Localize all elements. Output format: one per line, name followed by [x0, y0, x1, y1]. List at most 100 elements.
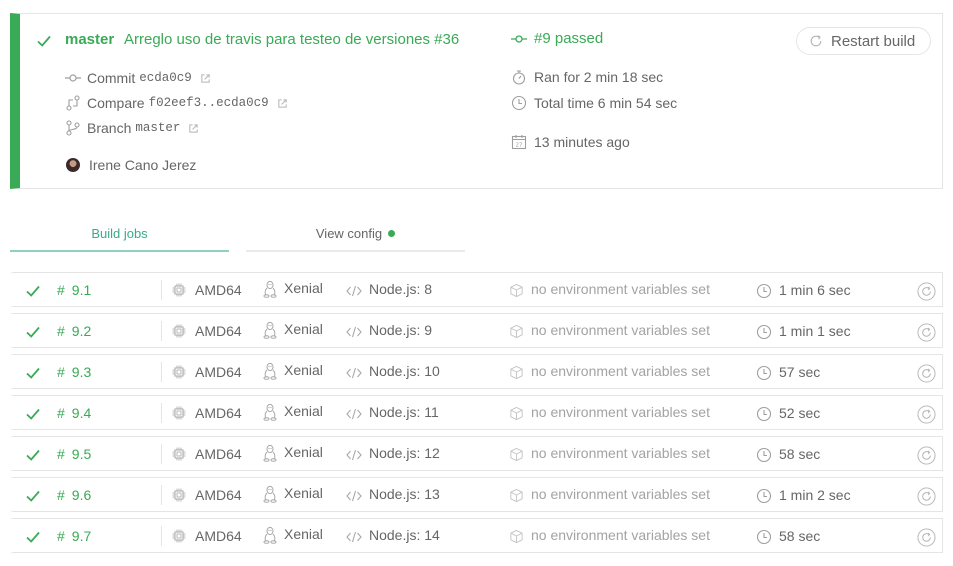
restart-job-icon[interactable] — [917, 405, 936, 427]
cpu-icon — [172, 283, 186, 300]
check-icon — [25, 529, 41, 548]
compare-range-link[interactable]: f02eef3..ecda0c9 — [149, 96, 269, 110]
restart-job-icon[interactable] — [917, 364, 936, 386]
job-os: Xenial — [284, 403, 323, 419]
tab-build-jobs[interactable]: Build jobs — [10, 226, 229, 252]
cpu-icon — [172, 488, 186, 505]
build-number-link[interactable]: #9 passed — [534, 30, 603, 47]
restart-job-icon[interactable] — [917, 282, 936, 304]
job-language: Node.js: 14 — [369, 527, 440, 543]
author-name: Irene Cano Jerez — [89, 157, 197, 173]
restart-job-icon[interactable] — [917, 528, 936, 550]
restart-build-label: Restart build — [831, 32, 916, 50]
clock-icon — [756, 406, 772, 425]
job-env: no environment variables set — [531, 527, 710, 543]
commit-message-link[interactable]: Arreglo uso de travis para testeo de ver… — [124, 31, 459, 48]
job-row[interactable]: #9.1 AMD64 Xenial Node.js: 8 no environm… — [10, 272, 943, 307]
job-hash: # — [57, 364, 65, 380]
restart-job-icon[interactable] — [917, 487, 936, 509]
cpu-icon — [172, 447, 186, 464]
linux-icon — [262, 321, 278, 342]
job-number: 9.3 — [71, 364, 92, 380]
job-duration: 57 sec — [779, 364, 821, 380]
job-number-link[interactable]: #9.1 — [57, 282, 91, 298]
job-hash: # — [57, 282, 65, 298]
job-os: Xenial — [284, 321, 323, 337]
restart-job-icon[interactable] — [917, 323, 936, 345]
linux-icon — [262, 362, 278, 383]
branch-icon — [65, 120, 81, 136]
branch-name-link[interactable]: master — [135, 121, 180, 135]
build-status: #9 passed — [511, 30, 603, 47]
job-hash: # — [57, 405, 65, 421]
check-icon — [25, 406, 41, 425]
restart-job-icon[interactable] — [917, 446, 936, 468]
commit-sha-link[interactable]: ecda0c9 — [139, 71, 192, 85]
job-number-link[interactable]: #9.7 — [57, 528, 91, 544]
cpu-icon — [172, 406, 186, 423]
job-arch: AMD64 — [195, 323, 242, 339]
box-icon — [509, 488, 524, 506]
job-env: no environment variables set — [531, 363, 710, 379]
total-time-text: Total time 6 min 54 sec — [534, 95, 678, 111]
job-row[interactable]: #9.3 AMD64 Xenial Node.js: 10 no environ… — [10, 354, 943, 389]
job-row[interactable]: #9.2 AMD64 Xenial Node.js: 9 no environm… — [10, 313, 943, 348]
job-number: 9.4 — [71, 405, 92, 421]
job-number-link[interactable]: #9.4 — [57, 405, 91, 421]
job-env: no environment variables set — [531, 445, 710, 461]
box-icon — [509, 406, 524, 424]
check-icon — [36, 33, 52, 49]
config-status-dot — [388, 230, 396, 237]
finished-row: 27 13 minutes ago — [511, 134, 630, 150]
job-row[interactable]: #9.4 AMD64 Xenial Node.js: 11 no environ… — [10, 395, 943, 430]
job-duration: 52 sec — [779, 405, 821, 421]
job-arch: AMD64 — [195, 405, 242, 421]
tab-build-jobs-label: Build jobs — [91, 226, 148, 241]
job-env: no environment variables set — [531, 486, 710, 502]
box-icon — [509, 529, 524, 547]
job-number-link[interactable]: #9.6 — [57, 487, 91, 503]
divider — [161, 403, 162, 423]
commit-row: Commit ecda0c9 — [65, 70, 211, 86]
clock-icon — [511, 95, 527, 111]
restart-icon — [809, 34, 823, 48]
code-icon — [346, 325, 362, 341]
job-env: no environment variables set — [531, 281, 710, 297]
job-os: Xenial — [284, 444, 323, 460]
commit-label: Commit — [87, 70, 136, 86]
job-row[interactable]: #9.5 AMD64 Xenial Node.js: 12 no environ… — [10, 436, 943, 471]
job-hash: # — [57, 446, 65, 462]
job-arch: AMD64 — [195, 487, 242, 503]
clock-icon — [756, 324, 772, 343]
tab-view-config-label: View config — [315, 226, 383, 241]
clock-icon — [756, 488, 772, 507]
job-row[interactable]: #9.7 AMD64 Xenial Node.js: 14 no environ… — [10, 518, 943, 553]
branch-link[interactable]: master — [65, 31, 114, 48]
clock-icon — [756, 283, 772, 302]
job-number: 9.2 — [71, 323, 92, 339]
job-number-link[interactable]: #9.3 — [57, 364, 91, 380]
job-language: Node.js: 11 — [369, 404, 439, 420]
linux-icon — [262, 526, 278, 547]
check-icon — [25, 283, 41, 302]
finished-text: 13 minutes ago — [534, 134, 630, 150]
job-number-link[interactable]: #9.2 — [57, 323, 91, 339]
box-icon — [509, 283, 524, 301]
external-link-icon[interactable] — [277, 98, 288, 109]
external-link-icon[interactable] — [188, 123, 199, 134]
divider — [161, 444, 162, 464]
job-row[interactable]: #9.6 AMD64 Xenial Node.js: 13 no environ… — [10, 477, 943, 512]
clock-icon — [756, 365, 772, 384]
restart-build-button[interactable]: Restart build — [796, 27, 931, 55]
ran-for-row: Ran for 2 min 18 sec — [511, 69, 663, 85]
linux-icon — [262, 485, 278, 506]
divider — [161, 280, 162, 300]
tab-view-config[interactable]: View config — [246, 226, 465, 252]
compare-icon — [65, 95, 81, 111]
job-language: Node.js: 12 — [369, 445, 440, 461]
compare-row: Compare f02eef3..ecda0c9 — [65, 95, 288, 111]
job-number-link[interactable]: #9.5 — [57, 446, 91, 462]
external-link-icon[interactable] — [200, 73, 211, 84]
job-language: Node.js: 13 — [369, 486, 440, 502]
job-os: Xenial — [284, 280, 323, 296]
